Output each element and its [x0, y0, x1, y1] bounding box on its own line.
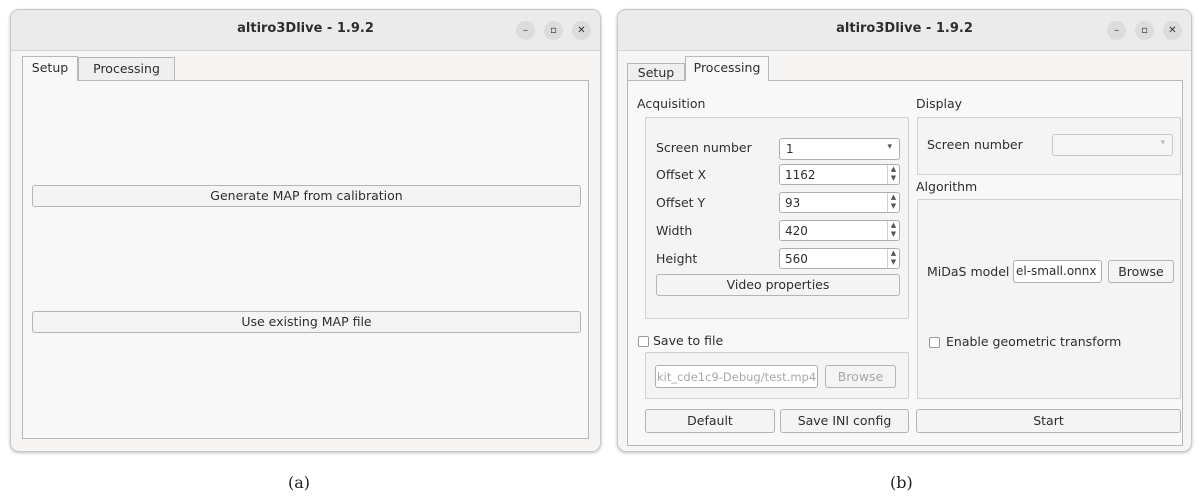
acquisition-title: Acquisition	[637, 96, 706, 111]
screen-number-select[interactable]: 1 ▾	[779, 138, 900, 160]
window-title: altiro3Dlive - 1.9.2	[836, 21, 973, 36]
window-processing: altiro3Dlive - 1.9.2 – ▫ ✕ Setup Process…	[617, 9, 1192, 452]
height-spinbox[interactable]: 560 ▲ ▼	[779, 248, 900, 269]
algorithm-title: Algorithm	[916, 179, 978, 194]
tab-processing[interactable]: Processing	[685, 56, 769, 81]
window-setup: altiro3Dlive - 1.9.2 – ▫ ✕ Setup Process…	[10, 9, 601, 452]
display-group: Screen number ▾	[917, 117, 1181, 175]
use-existing-map-button[interactable]: Use existing MAP file	[32, 311, 581, 333]
output-path-field[interactable]: kit_cde1c9-Debug/test.mp4	[655, 365, 818, 388]
minimize-icon[interactable]: –	[1107, 21, 1126, 40]
screen-number-value: 1	[786, 142, 794, 156]
title-bar: altiro3Dlive - 1.9.2 – ▫ ✕	[618, 10, 1191, 51]
chevron-down-icon: ▾	[1160, 138, 1165, 148]
generate-map-button[interactable]: Generate MAP from calibration	[32, 185, 581, 207]
start-button[interactable]: Start	[916, 409, 1181, 433]
offset-x-label: Offset X	[656, 167, 707, 182]
video-properties-button[interactable]: Video properties	[656, 274, 900, 296]
display-title: Display	[916, 96, 963, 111]
output-browse-button[interactable]: Browse	[825, 365, 896, 388]
caption-a: (a)	[288, 473, 311, 492]
offset-y-value: 93	[785, 196, 801, 210]
processing-tab-pane: Acquisition Screen number 1 ▾ Offset X 1…	[627, 80, 1183, 446]
tab-setup[interactable]: Setup	[22, 56, 78, 81]
width-label: Width	[656, 223, 693, 238]
geometric-transform-label: Enable geometric transform	[946, 334, 1122, 349]
display-screen-number-label: Screen number	[927, 137, 1023, 152]
midas-model-field[interactable]: el-small.onnx	[1013, 260, 1102, 283]
display-screen-number-select[interactable]: ▾	[1052, 134, 1173, 156]
midas-browse-button[interactable]: Browse	[1108, 260, 1174, 283]
minimize-icon[interactable]: –	[516, 21, 535, 40]
midas-model-value: el-small.onnx	[1016, 264, 1097, 278]
algorithm-group: MiDaS model el-small.onnx Browse Enable …	[917, 199, 1181, 399]
chevron-down-icon: ▾	[887, 142, 892, 152]
spin-arrows-icon[interactable]: ▲ ▼	[887, 165, 899, 184]
save-to-file-checkbox[interactable]	[638, 336, 649, 347]
width-value: 420	[785, 224, 808, 238]
offset-x-value: 1162	[785, 168, 816, 182]
offset-x-spinbox[interactable]: 1162 ▲ ▼	[779, 164, 900, 185]
geometric-transform-checkbox[interactable]	[929, 337, 940, 348]
spin-arrows-icon[interactable]: ▲ ▼	[887, 193, 899, 212]
offset-y-label: Offset Y	[656, 195, 706, 210]
close-icon[interactable]: ✕	[1163, 21, 1182, 40]
title-bar: altiro3Dlive - 1.9.2 – ▫ ✕	[11, 10, 600, 51]
width-spinbox[interactable]: 420 ▲ ▼	[779, 220, 900, 241]
height-value: 560	[785, 252, 808, 266]
save-to-file-label: Save to file	[653, 333, 724, 348]
maximize-icon[interactable]: ▫	[1135, 21, 1154, 40]
default-button[interactable]: Default	[645, 409, 775, 433]
save-ini-config-button[interactable]: Save INI config	[780, 409, 909, 433]
height-label: Height	[656, 251, 698, 266]
caption-b: (b)	[890, 473, 913, 492]
offset-y-spinbox[interactable]: 93 ▲ ▼	[779, 192, 900, 213]
spin-arrows-icon[interactable]: ▲ ▼	[887, 249, 899, 268]
close-icon[interactable]: ✕	[572, 21, 591, 40]
midas-model-label: MiDaS model	[927, 264, 1010, 279]
spin-arrows-icon[interactable]: ▲ ▼	[887, 221, 899, 240]
output-path-value: kit_cde1c9-Debug/test.mp4	[657, 370, 817, 384]
setup-tab-pane: Generate MAP from calibration Use existi…	[22, 80, 589, 439]
save-to-file-group: kit_cde1c9-Debug/test.mp4 Browse	[645, 352, 909, 399]
window-title: altiro3Dlive - 1.9.2	[237, 21, 374, 36]
maximize-icon[interactable]: ▫	[544, 21, 563, 40]
acquisition-group: Screen number 1 ▾ Offset X 1162 ▲ ▼ Offse…	[645, 117, 909, 319]
tab-processing[interactable]: Processing	[78, 57, 175, 81]
screen-number-label: Screen number	[656, 140, 752, 155]
